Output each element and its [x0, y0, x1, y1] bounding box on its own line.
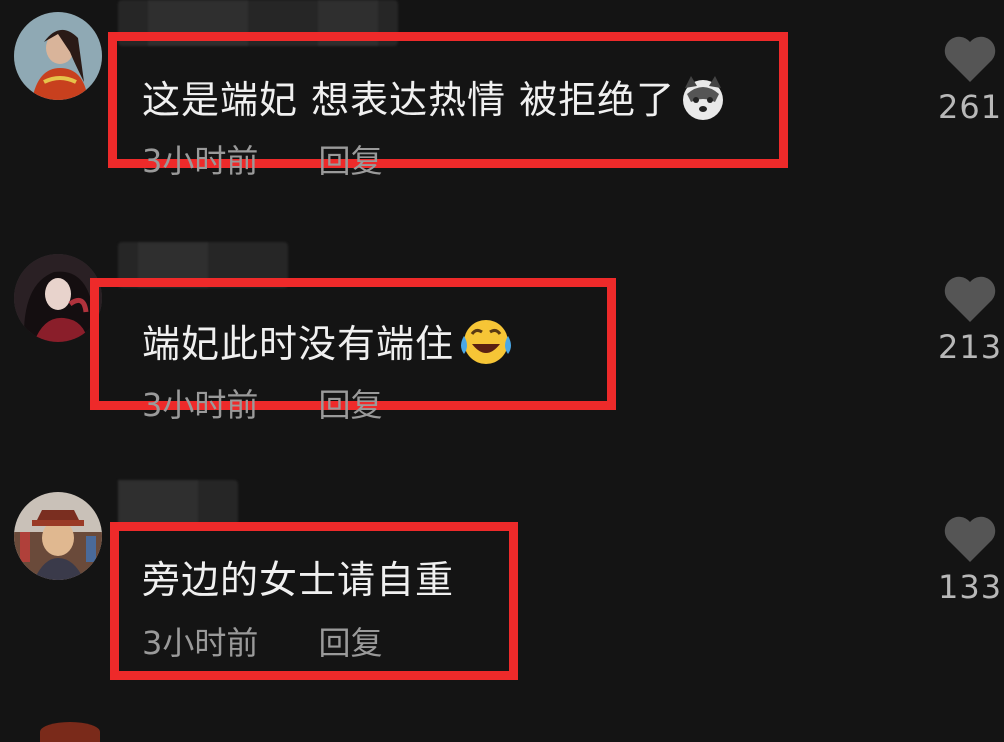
- like-button[interactable]: 133: [938, 514, 1002, 606]
- comment-meta: 3小时前 回复: [142, 624, 383, 662]
- husky-dog-emoji: [679, 74, 727, 131]
- reply-button[interactable]: 回复: [319, 142, 383, 180]
- like-count: 213: [938, 328, 1003, 366]
- reply-button[interactable]: 回复: [319, 624, 383, 662]
- avatar[interactable]: [14, 12, 102, 100]
- next-avatar-partial: [40, 722, 100, 742]
- avatar-image: [14, 254, 102, 342]
- like-button[interactable]: 261: [938, 34, 1002, 126]
- like-count: 133: [938, 568, 1003, 606]
- heart-icon: [944, 276, 996, 322]
- avatar-image: [14, 492, 102, 580]
- comment-text: 这是端妃 想表达热情 被拒绝了: [142, 74, 727, 131]
- comment-meta: 3小时前 回复: [142, 142, 383, 180]
- like-count: 261: [938, 88, 1003, 126]
- comment-text: 旁边的女士请自重: [142, 558, 455, 602]
- like-button[interactable]: 213: [938, 274, 1002, 366]
- avatar-image: [14, 12, 102, 100]
- comment-meta: 3小时前 回复: [142, 386, 383, 424]
- heart-icon: [944, 36, 996, 82]
- comment-time: 3小时前: [142, 386, 259, 424]
- comment-time: 3小时前: [142, 142, 259, 180]
- avatar[interactable]: [14, 254, 102, 342]
- avatar[interactable]: [14, 492, 102, 580]
- laughing-crying-emoji: [458, 316, 514, 377]
- username-blurred: [118, 480, 238, 526]
- heart-icon: [944, 516, 996, 562]
- reply-button[interactable]: 回复: [319, 386, 383, 424]
- comment-text: 端妃此时没有端住: [142, 316, 514, 377]
- comment-time: 3小时前: [142, 624, 259, 662]
